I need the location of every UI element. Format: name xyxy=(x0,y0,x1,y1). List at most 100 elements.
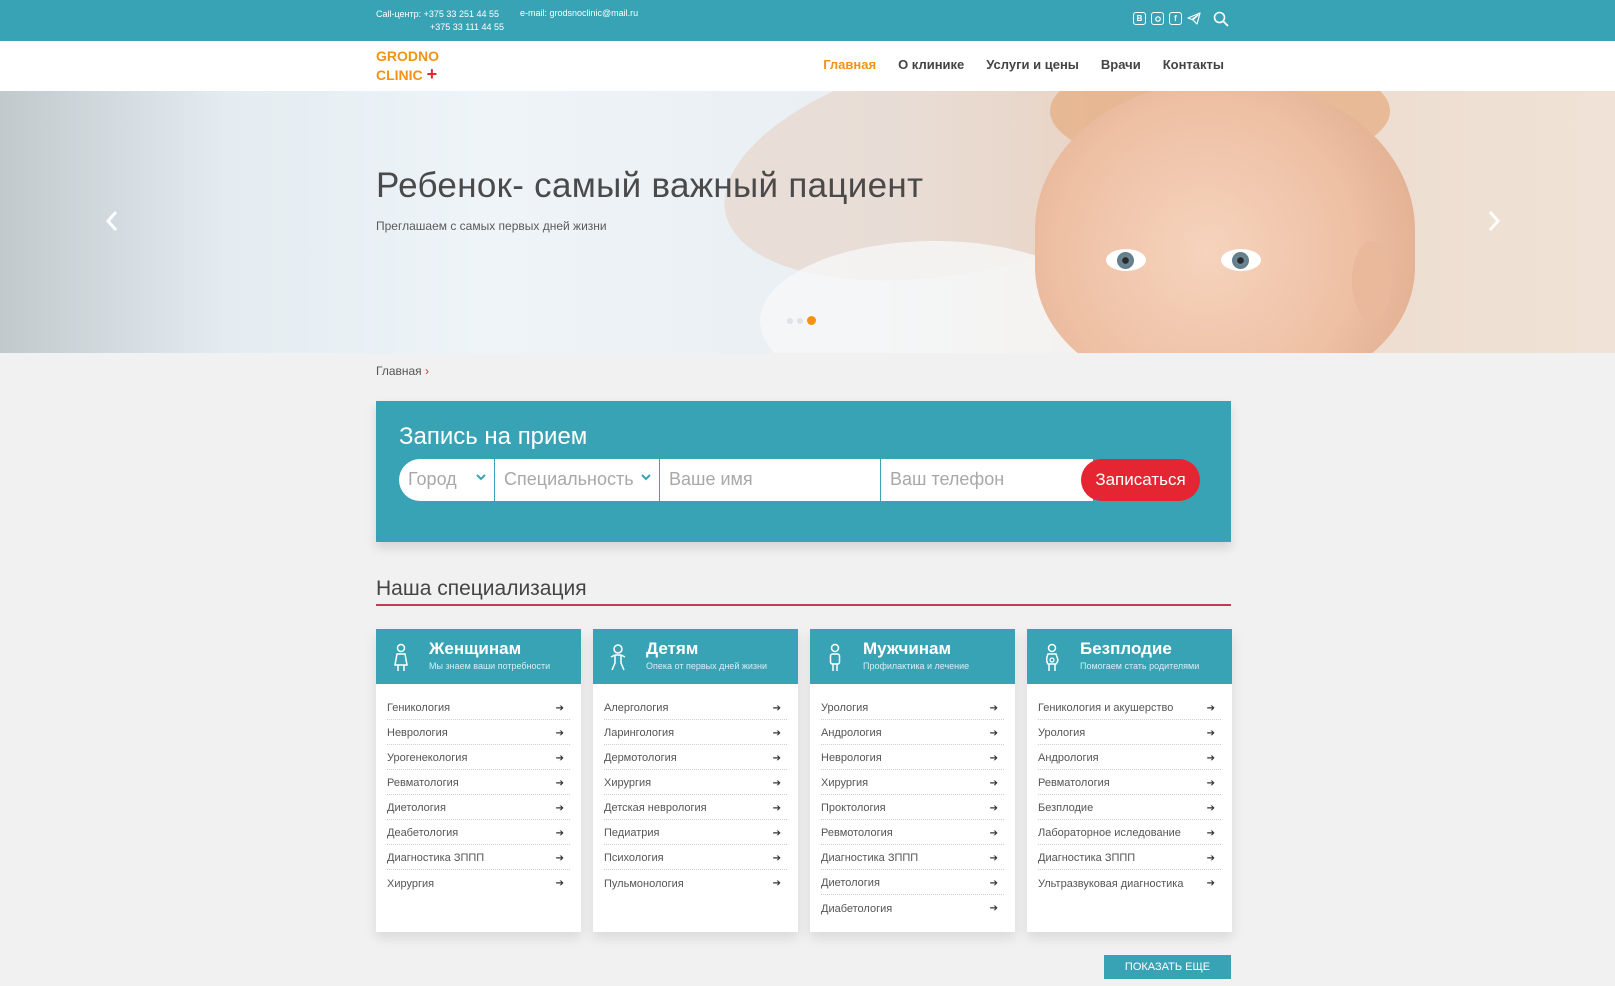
chevron-down-icon xyxy=(476,470,486,484)
list-item[interactable]: Ревмотология ➔ xyxy=(821,820,1004,845)
list-item[interactable]: Алергология ➔ xyxy=(604,695,787,720)
list-item[interactable]: Геникология и акушерство ➔ xyxy=(1038,695,1221,720)
arrow-right-icon: ➔ xyxy=(989,727,998,739)
hero-image-eye-left xyxy=(1106,249,1146,271)
nav-contacts[interactable]: Контакты xyxy=(1163,57,1224,72)
nav-about[interactable]: О клинике xyxy=(898,57,964,72)
hero-title: Ребенок- самый важный пациент xyxy=(376,166,924,205)
list-item[interactable]: Лабораторное иследование ➔ xyxy=(1038,820,1221,845)
arrow-right-icon: ➔ xyxy=(1206,827,1215,839)
list-item[interactable]: Урология ➔ xyxy=(821,695,1004,720)
phone-1[interactable]: Call-центр: +375 33 251 44 55 xyxy=(376,8,504,21)
telegram-icon[interactable] xyxy=(1187,12,1201,25)
arrow-right-icon: ➔ xyxy=(989,777,998,789)
list-item[interactable]: Диабетология ➔ xyxy=(821,895,1004,920)
arrow-right-icon: ➔ xyxy=(1206,727,1215,739)
list-item[interactable]: Диетология ➔ xyxy=(387,795,570,820)
slider-dot-3[interactable] xyxy=(807,316,816,325)
list-item[interactable]: Хирургия ➔ xyxy=(387,870,570,895)
hero-subtitle: Преглашаем с самых первых дней жизни xyxy=(376,219,607,233)
card-header[interactable]: Безплодие Помогаем стать родителями xyxy=(1027,629,1232,684)
list-item[interactable]: Проктология ➔ xyxy=(821,795,1004,820)
arrow-right-icon: ➔ xyxy=(989,877,998,889)
arrow-right-icon: ➔ xyxy=(989,903,998,914)
city-select[interactable]: Город xyxy=(399,459,495,501)
list-item[interactable]: Психология ➔ xyxy=(604,845,787,870)
list-item[interactable]: Неврология ➔ xyxy=(387,720,570,745)
show-more-button[interactable]: ПОКАЗАТЬ ЕЩЕ xyxy=(1104,955,1231,979)
header: GRODNO CLINIC + Главная О клинике Услуги … xyxy=(0,41,1615,91)
slider-next-icon[interactable] xyxy=(1486,209,1502,240)
list-item[interactable]: Диагностика ЗППП ➔ xyxy=(821,845,1004,870)
arrow-right-icon: ➔ xyxy=(1206,702,1215,714)
list-item[interactable]: Диетология ➔ xyxy=(821,870,1004,895)
phone-input[interactable]: Ваш телефон xyxy=(881,459,1093,501)
list-item[interactable]: Андрология ➔ xyxy=(821,720,1004,745)
card-header[interactable]: Мужчинам Профилактика и лечение xyxy=(810,629,1015,684)
arrow-right-icon: ➔ xyxy=(989,852,998,864)
name-input[interactable]: Ваше имя xyxy=(660,459,881,501)
search-icon[interactable] xyxy=(1213,11,1229,32)
list-item[interactable]: Диагностика ЗППП ➔ xyxy=(1038,845,1221,870)
facebook-icon[interactable]: f xyxy=(1169,12,1182,25)
list-item[interactable]: Детская неврология ➔ xyxy=(604,795,787,820)
list-item[interactable]: Ларингология ➔ xyxy=(604,720,787,745)
specialization-divider xyxy=(376,604,1231,606)
card-children: Детям Опека от первых дней жизни Алергол… xyxy=(593,629,798,932)
list-item[interactable]: Хирургия ➔ xyxy=(821,770,1004,795)
list-item[interactable]: Ревматология ➔ xyxy=(387,770,570,795)
breadcrumb: Главная › xyxy=(376,364,429,378)
slider-dot-2[interactable] xyxy=(797,317,803,324)
main-nav: Главная О клинике Услуги и цены Врачи Ко… xyxy=(823,57,1224,72)
breadcrumb-separator: › xyxy=(425,364,430,378)
card-infertility: Безплодие Помогаем стать родителями Гени… xyxy=(1027,629,1232,932)
card-subtitle: Опека от первых дней жизни xyxy=(646,661,768,671)
list-item[interactable]: Безплодие ➔ xyxy=(1038,795,1221,820)
email-link[interactable]: e-mail: grodsnoclinic@mail.ru xyxy=(520,8,638,18)
hero-slider: Ребенок- самый важный пациент Преглашаем… xyxy=(0,91,1615,353)
card-list: Геникология ➔ Неврология ➔ Урогенекология ➔… xyxy=(376,684,581,895)
arrow-right-icon: ➔ xyxy=(1206,878,1215,889)
nav-home[interactable]: Главная xyxy=(823,57,876,72)
card-title: Безплодие xyxy=(1080,639,1172,658)
call-center: Call-центр: +375 33 251 44 55 +375 33 11… xyxy=(376,8,504,33)
city-select-value: Город xyxy=(408,469,457,489)
chevron-down-icon xyxy=(641,470,651,484)
list-item[interactable]: Деабетология ➔ xyxy=(387,820,570,845)
list-item[interactable]: Геникология ➔ xyxy=(387,695,570,720)
nav-doctors[interactable]: Врачи xyxy=(1101,57,1141,72)
vk-icon[interactable]: B xyxy=(1133,12,1146,25)
breadcrumb-home[interactable]: Главная xyxy=(376,364,422,378)
specialty-select[interactable]: Специальность xyxy=(495,459,660,501)
card-subtitle: Помогаем стать родителями xyxy=(1080,661,1200,671)
phone-input-placeholder: Ваш телефон xyxy=(890,469,1005,489)
list-item[interactable]: Ультразвуковая диагностика ➔ xyxy=(1038,870,1221,895)
list-item[interactable]: Урогенекология ➔ xyxy=(387,745,570,770)
slider-prev-icon[interactable] xyxy=(104,209,120,240)
slider-dot-1[interactable] xyxy=(787,317,793,324)
list-item[interactable]: Урология ➔ xyxy=(1038,720,1221,745)
arrow-right-icon: ➔ xyxy=(1206,802,1215,814)
appointment-fields: Город Специальность Ваше имя Ваш телефон… xyxy=(399,459,1200,501)
specialization-title: Наша специализация xyxy=(376,577,587,600)
submit-appointment-button[interactable]: Записаться xyxy=(1081,459,1200,501)
hero-image-ear xyxy=(1352,241,1392,321)
nav-services[interactable]: Услуги и цены xyxy=(986,57,1079,72)
instagram-icon[interactable] xyxy=(1151,12,1164,25)
card-header[interactable]: Детям Опека от первых дней жизни xyxy=(593,629,798,684)
list-item[interactable]: Педиатрия ➔ xyxy=(604,820,787,845)
phone-2[interactable]: +375 33 111 44 55 xyxy=(376,21,504,34)
list-item[interactable]: Дермотология ➔ xyxy=(604,745,787,770)
list-item[interactable]: Хирургия ➔ xyxy=(604,770,787,795)
logo[interactable]: GRODNO CLINIC + xyxy=(376,47,439,84)
list-item[interactable]: Неврология ➔ xyxy=(821,745,1004,770)
list-item[interactable]: Ревматология ➔ xyxy=(1038,770,1221,795)
specialization-cards: Женщинам Мы знаем ваши потребности Геник… xyxy=(376,629,1232,932)
logo-line-1: GRODNO xyxy=(376,48,439,64)
list-item[interactable]: Пульмонология ➔ xyxy=(604,870,787,895)
list-item[interactable]: Андрология ➔ xyxy=(1038,745,1221,770)
card-header[interactable]: Женщинам Мы знаем ваши потребности xyxy=(376,629,581,684)
arrow-right-icon: ➔ xyxy=(555,827,564,839)
woman-icon xyxy=(394,643,408,671)
list-item[interactable]: Диагностика ЗППП ➔ xyxy=(387,845,570,870)
